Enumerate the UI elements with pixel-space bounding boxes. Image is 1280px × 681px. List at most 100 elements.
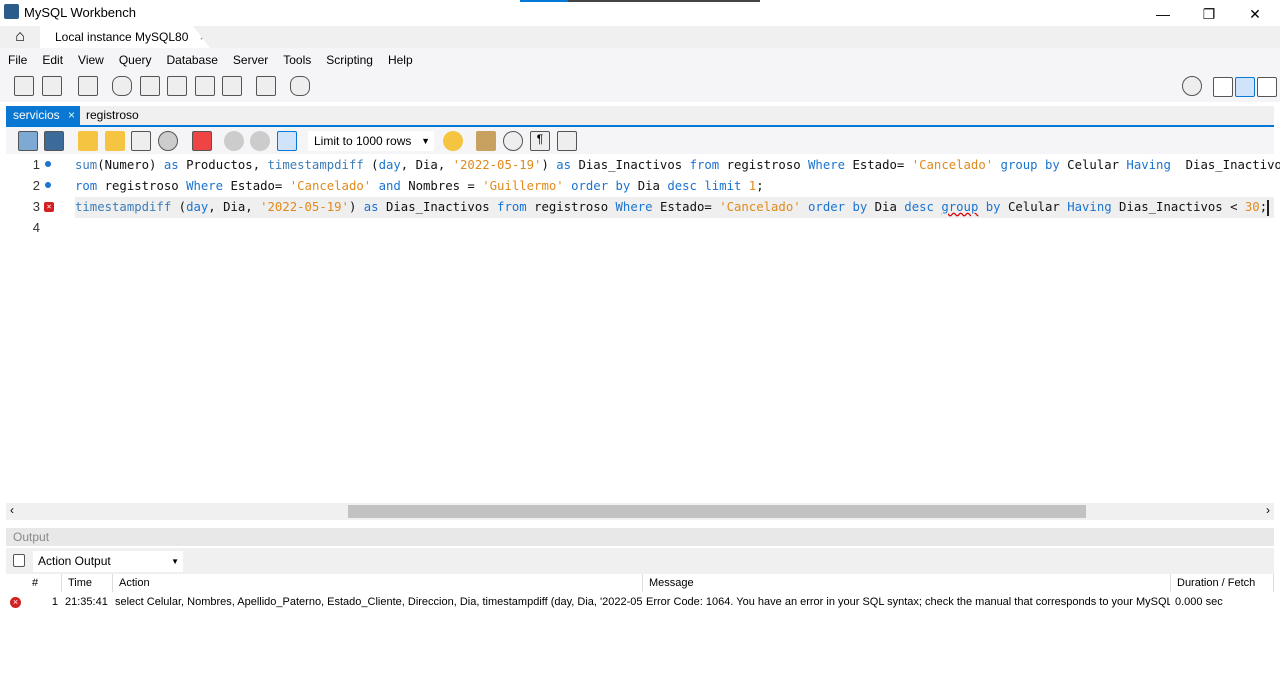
- create-procedure-icon[interactable]: [195, 76, 215, 96]
- column-header[interactable]: Time: [62, 574, 113, 592]
- settings-gear-icon[interactable]: [1182, 76, 1202, 96]
- find-icon[interactable]: [503, 131, 523, 151]
- code-token: day: [186, 200, 209, 214]
- menu-scripting[interactable]: Scripting: [326, 48, 381, 72]
- invisible-chars-icon[interactable]: ¶: [530, 131, 550, 151]
- menu-view[interactable]: View: [78, 48, 112, 72]
- menu-server[interactable]: Server: [233, 48, 276, 72]
- execute-current-icon[interactable]: [105, 131, 125, 151]
- connection-tab-label: Local instance MySQL80: [55, 30, 189, 44]
- code-token: and: [378, 179, 401, 193]
- code-token: Having: [1126, 158, 1171, 172]
- code-token: registroso: [526, 200, 616, 214]
- create-table-icon[interactable]: [140, 76, 160, 96]
- code-token: (: [171, 200, 187, 214]
- close-tab-icon[interactable]: ×: [68, 108, 75, 122]
- execute-lightning-icon[interactable]: [78, 131, 98, 151]
- output-toolbar: [6, 548, 1274, 574]
- limit-rows-select[interactable]: Limit to 1000 rows ▼: [308, 131, 434, 151]
- copy-icon[interactable]: [13, 554, 25, 567]
- commit-icon[interactable]: [224, 131, 244, 151]
- create-schema-icon[interactable]: [112, 76, 132, 96]
- autocommit-icon[interactable]: [277, 131, 297, 151]
- connection-tab[interactable]: Local instance MySQL80 ×: [40, 26, 210, 48]
- output-table: # Time Action Message Duration / Fetch ×…: [6, 574, 1274, 674]
- new-sql-tab-icon[interactable]: [14, 76, 34, 96]
- code-token: from: [497, 200, 527, 214]
- text-cursor: [1267, 199, 1270, 216]
- code-token: from: [689, 158, 720, 172]
- column-header[interactable]: #: [26, 574, 62, 592]
- menu-query[interactable]: Query: [119, 48, 160, 72]
- column-header[interactable]: Message: [643, 574, 1171, 592]
- menu-file[interactable]: File: [8, 48, 35, 72]
- tab-servicios[interactable]: servicios ×: [6, 106, 80, 125]
- menu-tools[interactable]: Tools: [283, 48, 319, 72]
- code-token: Where: [808, 158, 846, 172]
- line-number: 4: [32, 220, 40, 235]
- minimize-button[interactable]: —: [1140, 0, 1186, 28]
- code-line[interactable]: rom registroso Where Estado= 'Cancelado'…: [75, 176, 764, 197]
- code-token: Dias_Inactivos <: [1185, 158, 1280, 172]
- toggle-secondary-sidebar-icon[interactable]: [1257, 77, 1277, 97]
- column-header[interactable]: Duration / Fetch: [1171, 574, 1274, 592]
- code-token: 'Cancelado': [289, 179, 372, 193]
- inspector-icon[interactable]: [78, 76, 98, 96]
- scrollbar-thumb[interactable]: [348, 505, 1086, 518]
- search-table-data-icon[interactable]: [256, 76, 276, 96]
- error-status-icon: ×: [10, 597, 21, 608]
- title-bar: MySQL Workbench: [0, 0, 1280, 26]
- toggle-output-icon[interactable]: [1235, 77, 1255, 97]
- code-token: day: [378, 158, 401, 172]
- code-token: Estado=: [652, 200, 720, 214]
- menu-edit[interactable]: Edit: [42, 48, 71, 72]
- home-icon[interactable]: ⌂: [0, 26, 40, 48]
- stop-icon[interactable]: [158, 131, 178, 151]
- create-function-icon[interactable]: [222, 76, 242, 96]
- rollback-icon[interactable]: [250, 131, 270, 151]
- open-sql-script-icon[interactable]: [42, 76, 62, 96]
- scroll-left-icon[interactable]: ‹: [10, 503, 14, 517]
- code-token: Dias_Inactivos: [378, 200, 498, 214]
- beautify-broom-icon[interactable]: [476, 131, 496, 151]
- code-token: Dia: [630, 179, 668, 193]
- maximize-button[interactable]: ❐: [1186, 0, 1232, 28]
- code-token: , Dia,: [400, 158, 453, 172]
- code-token: 'Guillermo': [482, 179, 564, 193]
- scroll-right-icon[interactable]: ›: [1266, 503, 1270, 517]
- code-token: ): [348, 200, 364, 214]
- sql-editor[interactable]: 1 sum(Numero) as Productos, timestampdiff…: [6, 154, 1280, 503]
- statement-marker-icon: [45, 182, 51, 188]
- add-snippet-star-icon[interactable]: [443, 131, 463, 151]
- code-token: Estado=: [223, 179, 290, 193]
- code-token: group by: [1000, 158, 1060, 172]
- wrap-lines-icon[interactable]: [557, 131, 577, 151]
- toggle-sidebar-icon[interactable]: [1213, 77, 1233, 97]
- limit-rows-value: Limit to 1000 rows: [314, 134, 412, 148]
- column-header[interactable]: Action: [113, 574, 643, 592]
- code-token: (: [363, 158, 379, 172]
- menu-help[interactable]: Help: [388, 48, 421, 72]
- tab-registroso[interactable]: registroso: [86, 106, 139, 125]
- code-line[interactable]: sum(Numero) as Productos, timestampdiff …: [75, 155, 1280, 176]
- line-number: 3: [32, 199, 40, 214]
- close-button[interactable]: ✕: [1232, 0, 1278, 28]
- code-token: Where: [615, 200, 653, 214]
- code-token: ): [541, 158, 557, 172]
- save-icon[interactable]: [44, 131, 64, 151]
- output-type-select[interactable]: Action Output ▼: [33, 551, 183, 572]
- create-view-icon[interactable]: [167, 76, 187, 96]
- code-token: as: [163, 158, 179, 172]
- code-line[interactable]: timestampdiff (day, Dia, '2022-05-19') a…: [75, 197, 1270, 218]
- menu-database[interactable]: Database: [167, 48, 226, 72]
- line-number: 2: [32, 178, 40, 193]
- stop-on-error-icon[interactable]: [192, 131, 212, 151]
- row-action: select Celular, Nombres, Apellido_Patern…: [115, 596, 642, 608]
- explain-icon[interactable]: [131, 131, 151, 151]
- reconnect-icon[interactable]: [290, 76, 310, 96]
- open-folder-icon[interactable]: [18, 131, 38, 151]
